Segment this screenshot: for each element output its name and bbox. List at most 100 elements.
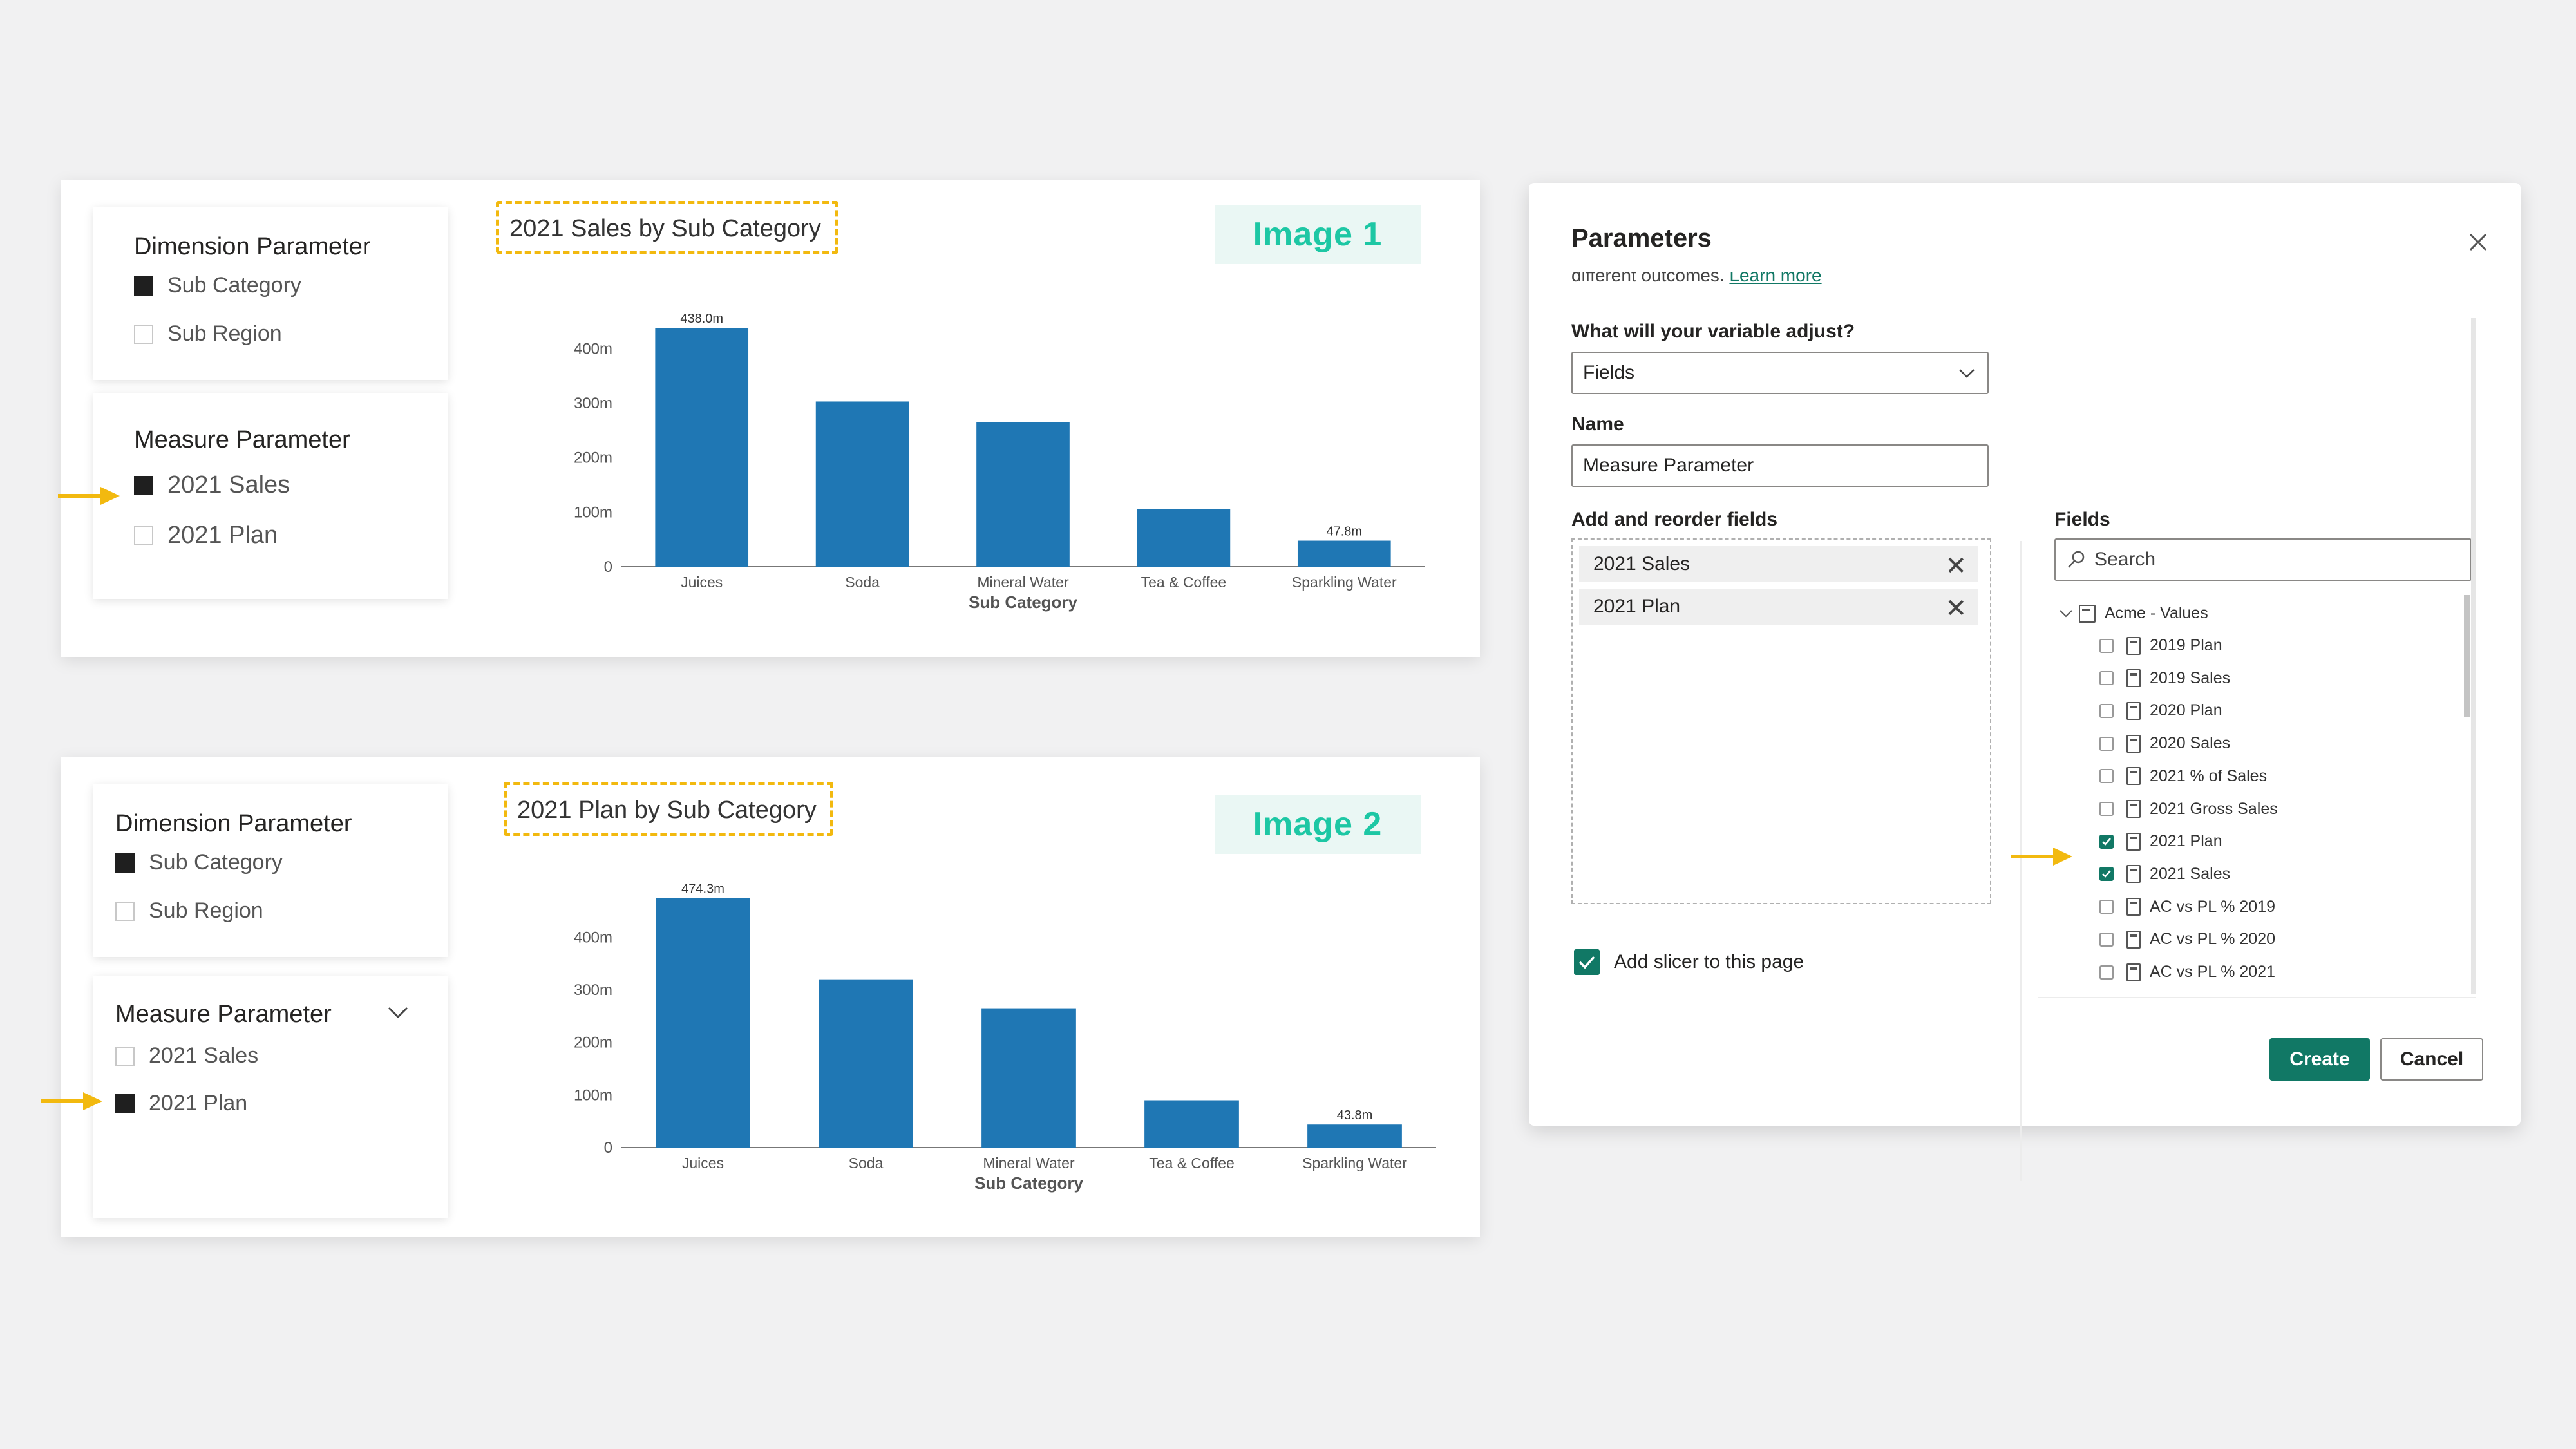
x-tick-label: Mineral Water [983, 1155, 1075, 1171]
scrollbar-track[interactable] [2471, 318, 2476, 994]
measure-slicer-1: Measure Parameter 2021 Sales 2021 Plan [93, 393, 448, 599]
y-tick-label: 100m [574, 1086, 612, 1104]
bar [1137, 509, 1231, 567]
field-item[interactable]: 2021 Sales [2099, 865, 2230, 884]
checkbox[interactable] [115, 1094, 135, 1113]
checkbox[interactable] [2099, 802, 2114, 816]
checkbox[interactable] [2099, 736, 2114, 751]
field-item[interactable]: 2019 Plan [2099, 636, 2222, 655]
close-icon[interactable] [2468, 232, 2488, 252]
field-item[interactable]: 2021 Plan [2099, 832, 2222, 851]
field-label: AC vs PL % 2021 [2150, 963, 2276, 981]
field-item[interactable]: AC vs PL % 2021 [2099, 963, 2275, 981]
checkbox[interactable] [2099, 932, 2114, 947]
checkbox[interactable] [2099, 965, 2114, 980]
slicer-option-2021-plan[interactable]: 2021 Plan [134, 522, 278, 549]
checkbox[interactable] [2099, 703, 2114, 718]
adjust-dropdown[interactable]: Fields [1571, 352, 1989, 394]
selected-field-2021-plan[interactable]: 2021 Plan ✕ [1579, 589, 1978, 625]
table-icon [2079, 604, 2096, 623]
checkbox[interactable] [115, 901, 135, 921]
scrollbar-thumb[interactable] [2464, 595, 2470, 717]
field-item[interactable]: 2021 % of Sales [2099, 767, 2267, 786]
checkbox-checked[interactable] [2099, 867, 2114, 882]
create-button[interactable]: Create [2269, 1038, 2370, 1081]
reorder-label: Add and reorder fields [1571, 509, 1778, 530]
tree-root-acme-values[interactable]: Acme - Values [2058, 604, 2208, 623]
field-label: 2019 Sales [2150, 668, 2231, 687]
add-slicer-checkbox[interactable]: Add slicer to this page [1574, 949, 1804, 975]
x-tick-label: Sparkling Water [1302, 1155, 1407, 1171]
cancel-button[interactable]: Cancel [2380, 1038, 2483, 1081]
x-tick-label: Juices [681, 574, 723, 591]
remove-icon[interactable]: ✕ [1945, 551, 1967, 581]
y-tick-label: 400m [574, 340, 612, 357]
fields-bottom-border [2038, 997, 2476, 998]
dimension-slicer-1: Dimension Parameter Sub Category Sub Reg… [93, 207, 448, 380]
x-tick-label: Tea & Coffee [1149, 1155, 1235, 1171]
y-tick-label: 400m [574, 929, 612, 946]
slicer-option-sub-region[interactable]: Sub Region [134, 321, 282, 346]
report-panel-1: Dimension Parameter Sub Category Sub Reg… [58, 180, 1480, 657]
x-axis-title: Sub Category [974, 1173, 1084, 1193]
bar [655, 328, 749, 567]
calculator-icon [2126, 669, 2141, 688]
field-item[interactable]: 2020 Plan [2099, 701, 2222, 720]
data-label: 43.8m [1337, 1108, 1373, 1122]
field-label: AC vs PL % 2019 [2150, 897, 2276, 916]
slicer-option-sub-region[interactable]: Sub Region [115, 898, 263, 923]
selected-field-2021-sales[interactable]: 2021 Sales ✕ [1579, 546, 1978, 582]
measure-slicer-2: Measure Parameter 2021 Sales 2021 Plan [93, 976, 448, 1218]
name-label: Name [1571, 413, 1624, 435]
checkbox[interactable] [2099, 671, 2114, 686]
calculator-icon [2126, 832, 2141, 851]
field-item[interactable]: AC vs PL % 2020 [2099, 930, 2275, 949]
checkbox[interactable] [2099, 638, 2114, 653]
slicer-option-2021-plan[interactable]: 2021 Plan [115, 1091, 247, 1116]
y-tick-label: 300m [574, 395, 612, 412]
field-label: 2020 Plan [2150, 701, 2222, 720]
slicer-option-2021-sales[interactable]: 2021 Sales [134, 471, 290, 499]
checkbox[interactable] [134, 475, 153, 495]
field-label: 2020 Sales [2150, 734, 2231, 753]
check-icon[interactable] [1574, 949, 1600, 975]
calculator-icon [2126, 701, 2141, 720]
checkbox-checked[interactable] [2099, 834, 2114, 849]
checkbox[interactable] [134, 526, 153, 545]
learn-more-link[interactable]: Learn more [1729, 272, 1821, 285]
bar [656, 898, 750, 1148]
checkbox[interactable] [115, 853, 135, 873]
y-tick-label: 0 [604, 558, 612, 576]
checkbox[interactable] [2099, 769, 2114, 784]
x-tick-label: Soda [849, 1155, 884, 1171]
x-axis-title: Sub Category [969, 592, 1078, 612]
slicer-title: Dimension Parameter [134, 233, 371, 260]
checkbox[interactable] [134, 324, 153, 344]
checkbox[interactable] [134, 276, 153, 296]
checkbox[interactable] [2099, 900, 2114, 914]
remove-icon[interactable]: ✕ [1945, 594, 1967, 623]
checkbox[interactable] [115, 1046, 135, 1066]
calculator-icon [2126, 800, 2141, 818]
name-input[interactable]: Measure Parameter [1571, 444, 1989, 487]
slicer-option-2021-sales[interactable]: 2021 Sales [115, 1043, 258, 1068]
field-label: 2021 % of Sales [2150, 766, 2268, 785]
chevron-down-icon[interactable] [2058, 609, 2074, 619]
arrow-icon [41, 1092, 102, 1110]
slicer-option-sub-category[interactable]: Sub Category [115, 850, 283, 875]
chevron-down-icon[interactable] [386, 1005, 410, 1020]
field-item[interactable]: 2019 Sales [2099, 669, 2230, 688]
data-label: 474.3m [681, 882, 724, 896]
calculator-icon [2126, 930, 2141, 949]
calculator-icon [2126, 767, 2141, 786]
x-tick-label: Mineral Water [977, 574, 1069, 591]
slicer-option-sub-category[interactable]: Sub Category [134, 273, 301, 298]
search-icon [2068, 551, 2085, 568]
field-item[interactable]: 2021 Gross Sales [2099, 800, 2278, 819]
field-item[interactable]: AC vs PL % 2019 [2099, 898, 2275, 916]
search-input[interactable]: Search [2054, 538, 2472, 581]
field-item[interactable]: 2020 Sales [2099, 734, 2230, 753]
bar [981, 1008, 1076, 1148]
slicer-title: Measure Parameter [134, 426, 350, 453]
bar [1144, 1100, 1239, 1148]
